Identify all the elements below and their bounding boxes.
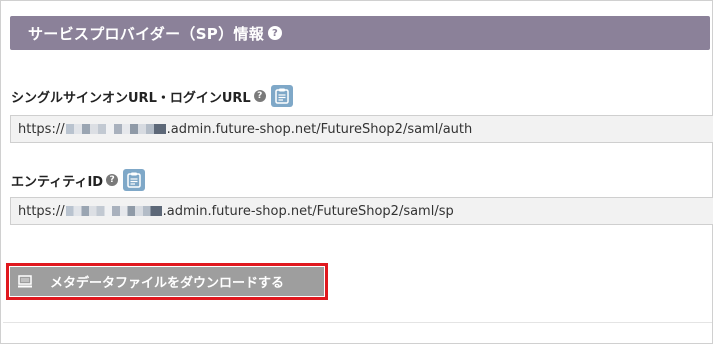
entity-id-label: エンティティID xyxy=(11,174,104,190)
section-header: サービスプロバイダー（SP）情報 ? xyxy=(10,16,710,50)
download-metadata-label: メタデータファイルをダウンロードする xyxy=(50,276,285,291)
sp-info-panel: サービスプロバイダー（SP）情報 ? シングルサインオンURL・ログインURL … xyxy=(0,0,713,344)
monitor-icon xyxy=(18,275,32,288)
sso-url-field[interactable]: https:// .admin.future-shop.net/FutureSh… xyxy=(10,115,713,143)
entity-id-prefix: https:// xyxy=(18,203,65,219)
sso-url-label: シングルサインオンURL・ログインURL xyxy=(11,90,251,106)
clipboard-icon xyxy=(127,172,141,188)
sso-url-label-row: シングルサインオンURL・ログインURL ? xyxy=(11,85,293,107)
copy-sso-url-button[interactable] xyxy=(270,85,293,107)
entity-id-field[interactable]: https:// .admin.future-shop.net/FutureSh… xyxy=(10,197,713,225)
redacted-subdomain xyxy=(65,124,166,134)
help-icon[interactable]: ? xyxy=(253,90,266,102)
section-title: サービスプロバイダー（SP）情報 xyxy=(28,24,264,43)
copy-entity-id-button[interactable] xyxy=(123,169,146,191)
divider xyxy=(3,322,712,323)
clipboard-icon xyxy=(274,88,289,104)
download-metadata-button[interactable]: メタデータファイルをダウンロードする xyxy=(10,267,324,296)
redacted-subdomain xyxy=(65,206,162,216)
entity-id-label-row: エンティティID ? xyxy=(11,169,146,191)
sso-url-suffix: .admin.future-shop.net/FutureShop2/saml/… xyxy=(166,121,473,137)
entity-id-suffix: .admin.future-shop.net/FutureShop2/saml/… xyxy=(162,203,454,219)
help-icon[interactable]: ? xyxy=(268,26,282,40)
sso-url-prefix: https:// xyxy=(18,121,65,137)
help-icon[interactable]: ? xyxy=(106,174,119,186)
